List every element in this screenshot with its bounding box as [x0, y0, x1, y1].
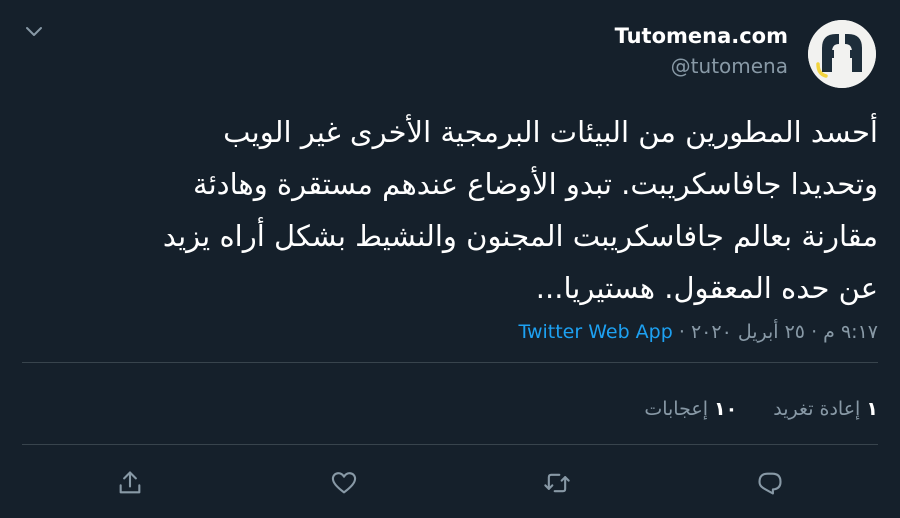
tweet-text-line: عن حده المعقول. هستيريا...	[535, 271, 878, 305]
divider	[22, 444, 878, 445]
heart-icon	[331, 472, 357, 494]
author-handle: @tutomena	[670, 54, 788, 78]
author-display-name[interactable]: Tutomena.com	[615, 22, 788, 50]
retweet-button[interactable]	[541, 467, 573, 499]
author-block: Tutomena.com @tutomena	[615, 22, 788, 80]
retweets-count: ١	[866, 398, 878, 420]
tweet-text-line: وتحديدا جافاسكريبت. تبدو الأوضاع عندهم م…	[193, 167, 878, 201]
likes-count: ١٠	[714, 398, 738, 420]
divider	[22, 362, 878, 363]
share-icon	[119, 471, 141, 494]
tweet-text-line: أحسد المطورين من البيئات البرمجية الأخرى…	[223, 115, 878, 149]
tutomena-logo-icon	[808, 20, 876, 88]
tweet-date[interactable]: ٢٥ أبريل ٢٠٢٠	[691, 321, 805, 343]
meta-separator: ·	[678, 321, 685, 343]
tweet-actions	[0, 463, 900, 503]
meta-separator: ·	[811, 321, 818, 343]
avatar[interactable]	[808, 20, 876, 88]
tweet-source-link[interactable]: Twitter Web App	[519, 321, 673, 343]
likes-stat[interactable]: ١٠ إعجابات	[644, 393, 737, 425]
retweets-label: إعادة تغريد	[773, 398, 861, 420]
share-button[interactable]	[114, 467, 146, 499]
tweet-text: أحسد المطورين من البيئات البرمجية الأخرى…	[22, 106, 878, 314]
tweet-stats: ١ إعادة تغريد ١٠ إعجابات	[614, 393, 878, 425]
chevron-down-icon[interactable]	[22, 22, 46, 42]
reply-button[interactable]	[754, 467, 786, 499]
like-button[interactable]	[328, 467, 360, 499]
reply-icon	[758, 472, 782, 495]
likes-label: إعجابات	[644, 398, 708, 420]
retweets-stat[interactable]: ١ إعادة تغريد	[773, 393, 878, 425]
retweet-icon	[544, 473, 570, 493]
tweet-time[interactable]: ٩:١٧ م	[823, 321, 878, 343]
tweet-meta: ٩:١٧ م · ٢٥ أبريل ٢٠٢٠ · Twitter Web App	[519, 316, 879, 348]
tweet-text-line: مقارنة بعالم جافاسكريبت المجنون والنشيط …	[162, 219, 878, 253]
